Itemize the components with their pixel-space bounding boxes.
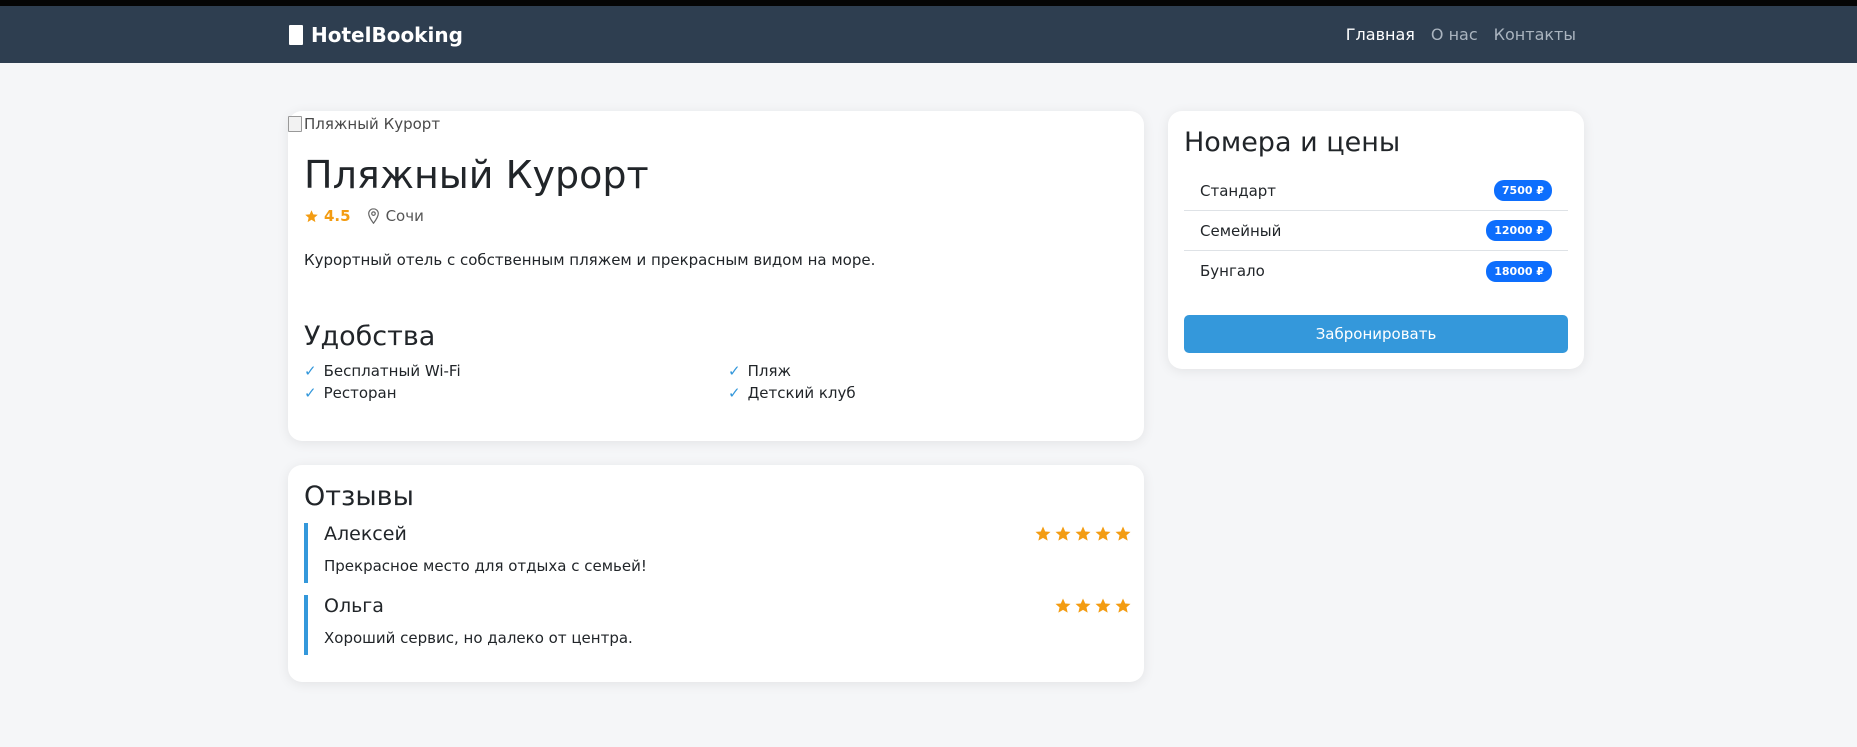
reviews-card: Отзывы Алексей Прекрасное место для отды…	[288, 465, 1144, 682]
hotel-rating: 4.5	[304, 207, 351, 225]
price-badge: 12000 ₽	[1486, 220, 1552, 241]
price-badge: 7500 ₽	[1493, 180, 1552, 201]
room-row: Стандарт 7500 ₽	[1184, 171, 1568, 211]
room-name: Стандарт	[1200, 181, 1277, 200]
location-name: Сочи	[385, 207, 424, 225]
room-row: Семейный 12000 ₽	[1184, 211, 1568, 251]
nav-link-contacts[interactable]: Контакты	[1494, 25, 1576, 44]
star-icon	[1035, 526, 1051, 541]
star-icon	[1115, 598, 1131, 613]
review-author: Ольга	[324, 595, 384, 617]
star-icon	[1055, 526, 1071, 541]
rooms-title: Номера и цены	[1184, 127, 1401, 158]
amenity-label: Пляж	[747, 362, 791, 380]
hotel-image-alt: Пляжный Курорт	[304, 115, 441, 133]
hotel-meta: 4.5 Сочи	[304, 207, 424, 225]
rating-value: 4.5	[324, 207, 351, 225]
star-icon	[1075, 598, 1091, 613]
hotel-description: Курортный отель с собственным пляжем и п…	[304, 251, 876, 269]
room-list: Стандарт 7500 ₽ Семейный 12000 ₽ Бунгало…	[1184, 171, 1568, 291]
brand-name: HotelBooking	[311, 22, 463, 47]
hotel-name: Пляжный Курорт	[304, 153, 649, 197]
hotel-location: Сочи	[367, 207, 424, 225]
nav-link-about[interactable]: О нас	[1431, 25, 1478, 44]
nav-links: Главная О нас Контакты	[1346, 6, 1576, 63]
review-stars	[1034, 525, 1132, 543]
book-button[interactable]: Забронировать	[1184, 315, 1568, 353]
star-icon	[1095, 598, 1111, 613]
check-icon: ✓	[728, 384, 741, 402]
amenity-item: ✓ Бесплатный Wi-Fi	[304, 362, 728, 380]
hotel-card: Пляжный Курорт Пляжный Курорт 4.5 Сочи К…	[288, 111, 1144, 441]
amenity-label: Детский клуб	[747, 384, 856, 402]
amenity-item: ✓ Ресторан	[304, 384, 728, 402]
star-icon	[1055, 598, 1071, 613]
broken-image-icon	[288, 116, 302, 132]
building-icon	[289, 24, 303, 45]
check-icon: ✓	[304, 362, 317, 380]
nav-link-home[interactable]: Главная	[1346, 25, 1415, 44]
review-item: Ольга Хороший сервис, но далеко от центр…	[304, 595, 1132, 655]
star-icon	[1075, 526, 1091, 541]
star-icon	[1095, 526, 1111, 541]
review-text: Прекрасное место для отдыха с семьей!	[324, 557, 647, 575]
room-row: Бунгало 18000 ₽	[1184, 251, 1568, 291]
check-icon: ✓	[728, 362, 741, 380]
amenity-item: ✓ Пляж	[728, 362, 1128, 380]
amenity-item: ✓ Детский клуб	[728, 384, 1128, 402]
amenities-title: Удобства	[304, 321, 436, 352]
reviews-title: Отзывы	[304, 481, 414, 512]
amenity-label: Бесплатный Wi-Fi	[323, 362, 461, 380]
room-name: Семейный	[1200, 221, 1282, 240]
brand-link[interactable]: HotelBooking	[289, 6, 463, 63]
check-icon: ✓	[304, 384, 317, 402]
review-text: Хороший сервис, но далеко от центра.	[324, 629, 633, 647]
star-icon	[305, 209, 318, 222]
amenities-list: ✓ Бесплатный Wi-Fi ✓ Пляж ✓ Ресторан ✓ Д…	[304, 362, 1144, 402]
price-badge: 18000 ₽	[1486, 260, 1552, 282]
map-pin-icon	[367, 208, 379, 224]
navbar: HotelBooking Главная О нас Контакты	[0, 6, 1857, 63]
star-icon	[1115, 526, 1131, 541]
room-name: Бунгало	[1200, 262, 1265, 280]
review-stars	[1054, 597, 1132, 615]
rooms-card: Номера и цены Стандарт 7500 ₽ Семейный 1…	[1168, 111, 1584, 369]
review-author: Алексей	[324, 523, 407, 545]
amenity-label: Ресторан	[323, 384, 397, 402]
hotel-image: Пляжный Курорт	[288, 115, 440, 133]
review-item: Алексей Прекрасное место для отдыха с се…	[304, 523, 1132, 583]
